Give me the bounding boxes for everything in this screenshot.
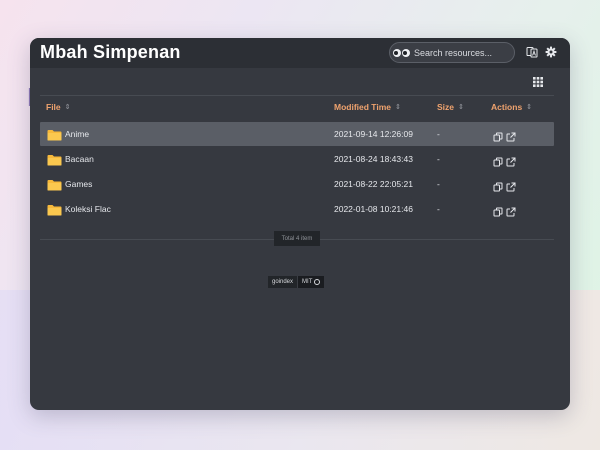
column-header-actions[interactable]: Actions ⇕	[491, 102, 532, 112]
modified-time: 2021-08-24 18:43:43	[334, 154, 413, 164]
external-link-icon[interactable]	[506, 179, 516, 192]
github-icon	[314, 279, 321, 285]
column-header-modified[interactable]: Modified Time ⇕	[334, 102, 401, 112]
folder-icon	[47, 178, 62, 191]
column-label-file: File	[46, 102, 61, 112]
footer-license[interactable]: MIT	[297, 276, 325, 288]
copy-icon[interactable]	[493, 129, 503, 142]
table-row[interactable]: Bacaan 2021-08-24 18:43:43 -	[40, 147, 554, 171]
file-name[interactable]: Koleksi Flac	[65, 204, 111, 214]
modified-time: 2021-09-14 12:26:09	[334, 129, 413, 139]
sort-icon: ⇕	[395, 104, 401, 111]
folder-icon	[47, 128, 62, 141]
external-link-icon[interactable]	[506, 204, 516, 217]
folder-icon	[47, 203, 62, 216]
gear-icon[interactable]	[545, 46, 557, 58]
column-label-size: Size	[437, 102, 455, 112]
sort-icon: ⇕	[458, 104, 464, 111]
file-name[interactable]: Anime	[65, 129, 89, 139]
sort-icon: ⇕	[64, 104, 71, 111]
copy-icon[interactable]	[493, 154, 503, 167]
file-name[interactable]: Bacaan	[65, 154, 94, 164]
sort-icon: ⇕	[526, 104, 533, 111]
file-name[interactable]: Games	[65, 179, 92, 189]
search-box[interactable]: Search resources...	[389, 42, 515, 63]
total-count: Total 4 item	[274, 231, 320, 246]
copy-icon[interactable]	[493, 179, 503, 192]
table-row[interactable]: Anime 2021-09-14 12:26:09 -	[40, 122, 554, 146]
column-label-actions: Actions	[491, 102, 523, 112]
modified-time: 2021-08-22 22:05:21	[334, 179, 413, 189]
file-size: -	[437, 179, 440, 189]
file-size: -	[437, 204, 440, 214]
column-label-modified: Modified Time	[334, 102, 391, 112]
table-row[interactable]: Games 2021-08-22 22:05:21 -	[40, 172, 554, 196]
app-window: Mbah Simpenan Search resources... File ⇕…	[30, 38, 570, 410]
table-row[interactable]: Koleksi Flac 2022-01-08 10:21:46 -	[40, 197, 554, 221]
site-title[interactable]: Mbah Simpenan	[40, 42, 181, 63]
copy-icon[interactable]	[493, 204, 503, 217]
header-divider	[40, 95, 554, 96]
modified-time: 2022-01-08 10:21:46	[334, 204, 413, 214]
search-input[interactable]: Search resources...	[414, 48, 492, 58]
footer-project[interactable]: goindex	[268, 276, 298, 288]
external-link-icon[interactable]	[506, 129, 516, 142]
top-bar: Mbah Simpenan Search resources...	[30, 38, 570, 68]
grid-view-icon[interactable]	[532, 76, 544, 88]
footer-license-label: MIT	[302, 279, 313, 285]
file-size: -	[437, 154, 440, 164]
footer-badge[interactable]: goindex MIT	[268, 276, 325, 288]
folder-icon	[47, 153, 62, 166]
column-header-file[interactable]: File ⇕	[46, 102, 71, 112]
file-size: -	[437, 129, 440, 139]
column-header-size[interactable]: Size ⇕	[437, 102, 464, 112]
external-link-icon[interactable]	[506, 154, 516, 167]
eyes-icon	[393, 48, 410, 57]
translate-icon[interactable]	[526, 46, 538, 58]
